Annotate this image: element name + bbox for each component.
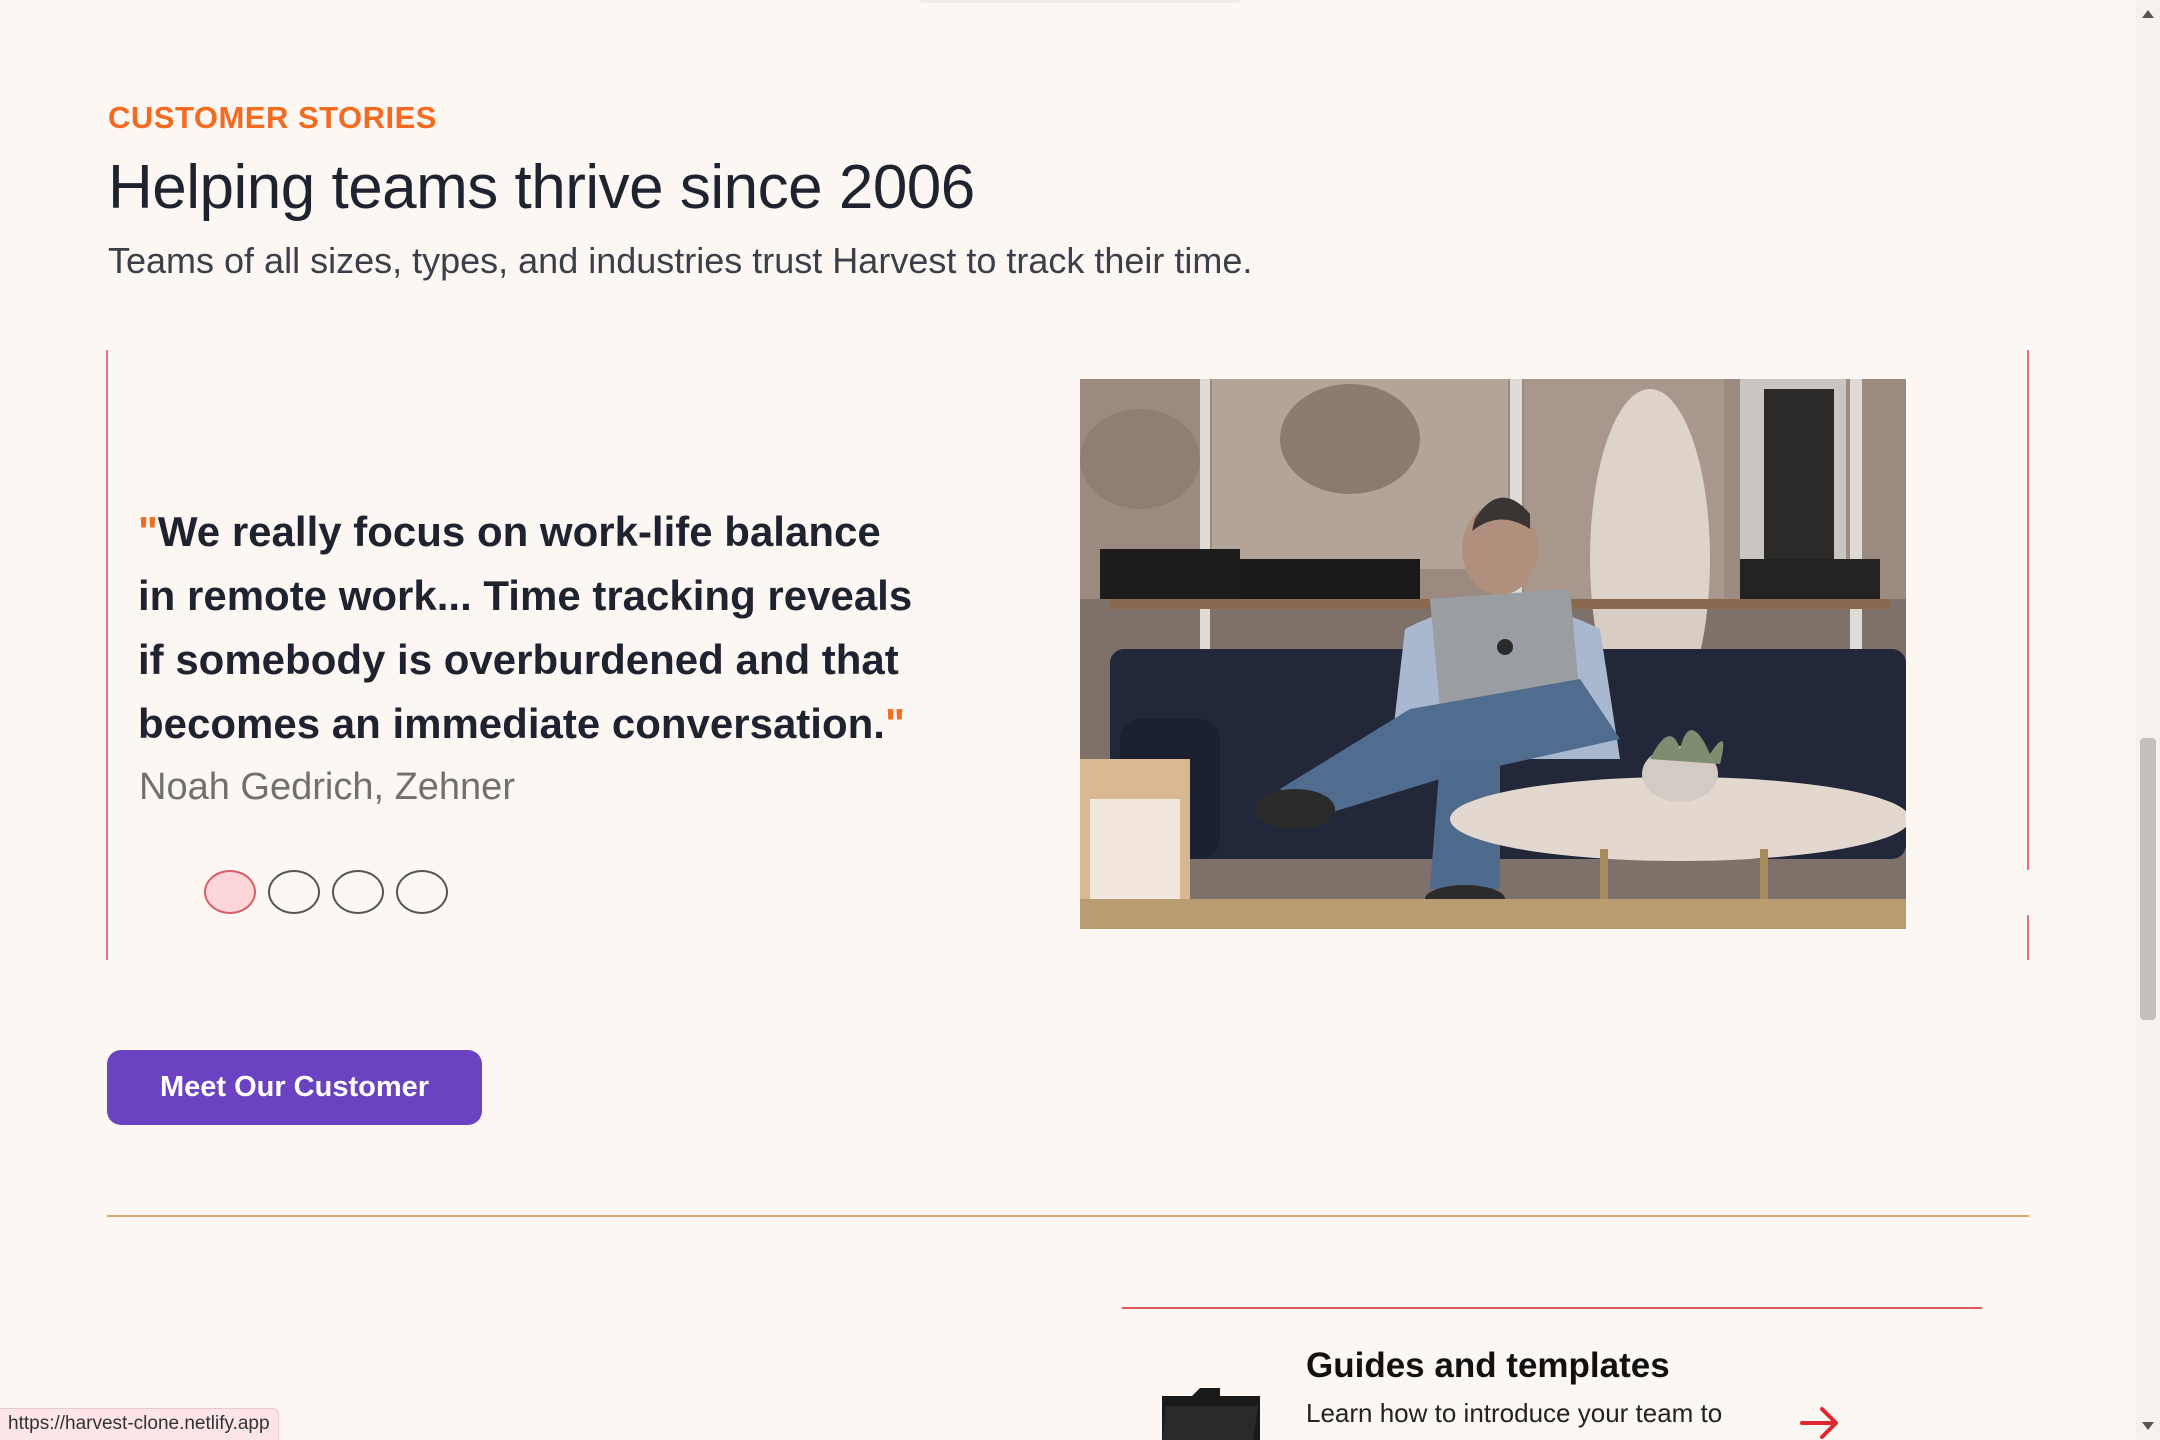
arrow-right-icon[interactable] [1800, 1406, 1840, 1440]
section-eyebrow: CUSTOMER STORIES [108, 100, 437, 135]
section-headline: Helping teams thrive since 2006 [108, 153, 975, 222]
customer-story-carousel: "We really focus on work-life balance in… [106, 350, 2029, 960]
section-divider [107, 1215, 2029, 1217]
carousel-dot-4[interactable] [396, 870, 448, 914]
guides-description: Learn how to introduce your team to [1306, 1398, 1723, 1428]
scroll-thumb[interactable] [2140, 738, 2156, 1020]
guides-title[interactable]: Guides and templates [1306, 1346, 1670, 1386]
scroll-up-icon[interactable] [2142, 10, 2154, 18]
header-remnant [920, 0, 1240, 3]
carousel-dot-2[interactable] [268, 870, 320, 914]
scroll-down-icon[interactable] [2142, 1422, 2154, 1430]
status-bar-url: https://harvest-clone.netlify.app [0, 1408, 279, 1440]
testimonial-author: Noah Gedrich, Zehner [139, 766, 515, 808]
carousel-dot-3[interactable] [332, 870, 384, 914]
quote-open-mark: " [138, 508, 158, 555]
guides-top-border [1122, 1307, 1982, 1309]
carousel-dot-1[interactable] [204, 870, 256, 914]
folder-icon [1160, 1386, 1262, 1440]
frame-border-left [106, 350, 108, 960]
meet-customer-button[interactable]: Meet Our Customer [107, 1050, 482, 1125]
section-subhead: Teams of all sizes, types, and industrie… [108, 240, 1253, 281]
quote-text: We really focus on work-life balance in … [138, 508, 913, 747]
frame-border-right-lower [2027, 915, 2029, 960]
testimonial-quote: "We really focus on work-life balance in… [138, 500, 928, 756]
frame-border-right [2027, 350, 2029, 870]
customer-photo [1080, 379, 1906, 929]
quote-close-mark: " [884, 700, 905, 747]
page-scrollbar[interactable] [2136, 0, 2160, 1440]
carousel-pagination [204, 870, 448, 914]
